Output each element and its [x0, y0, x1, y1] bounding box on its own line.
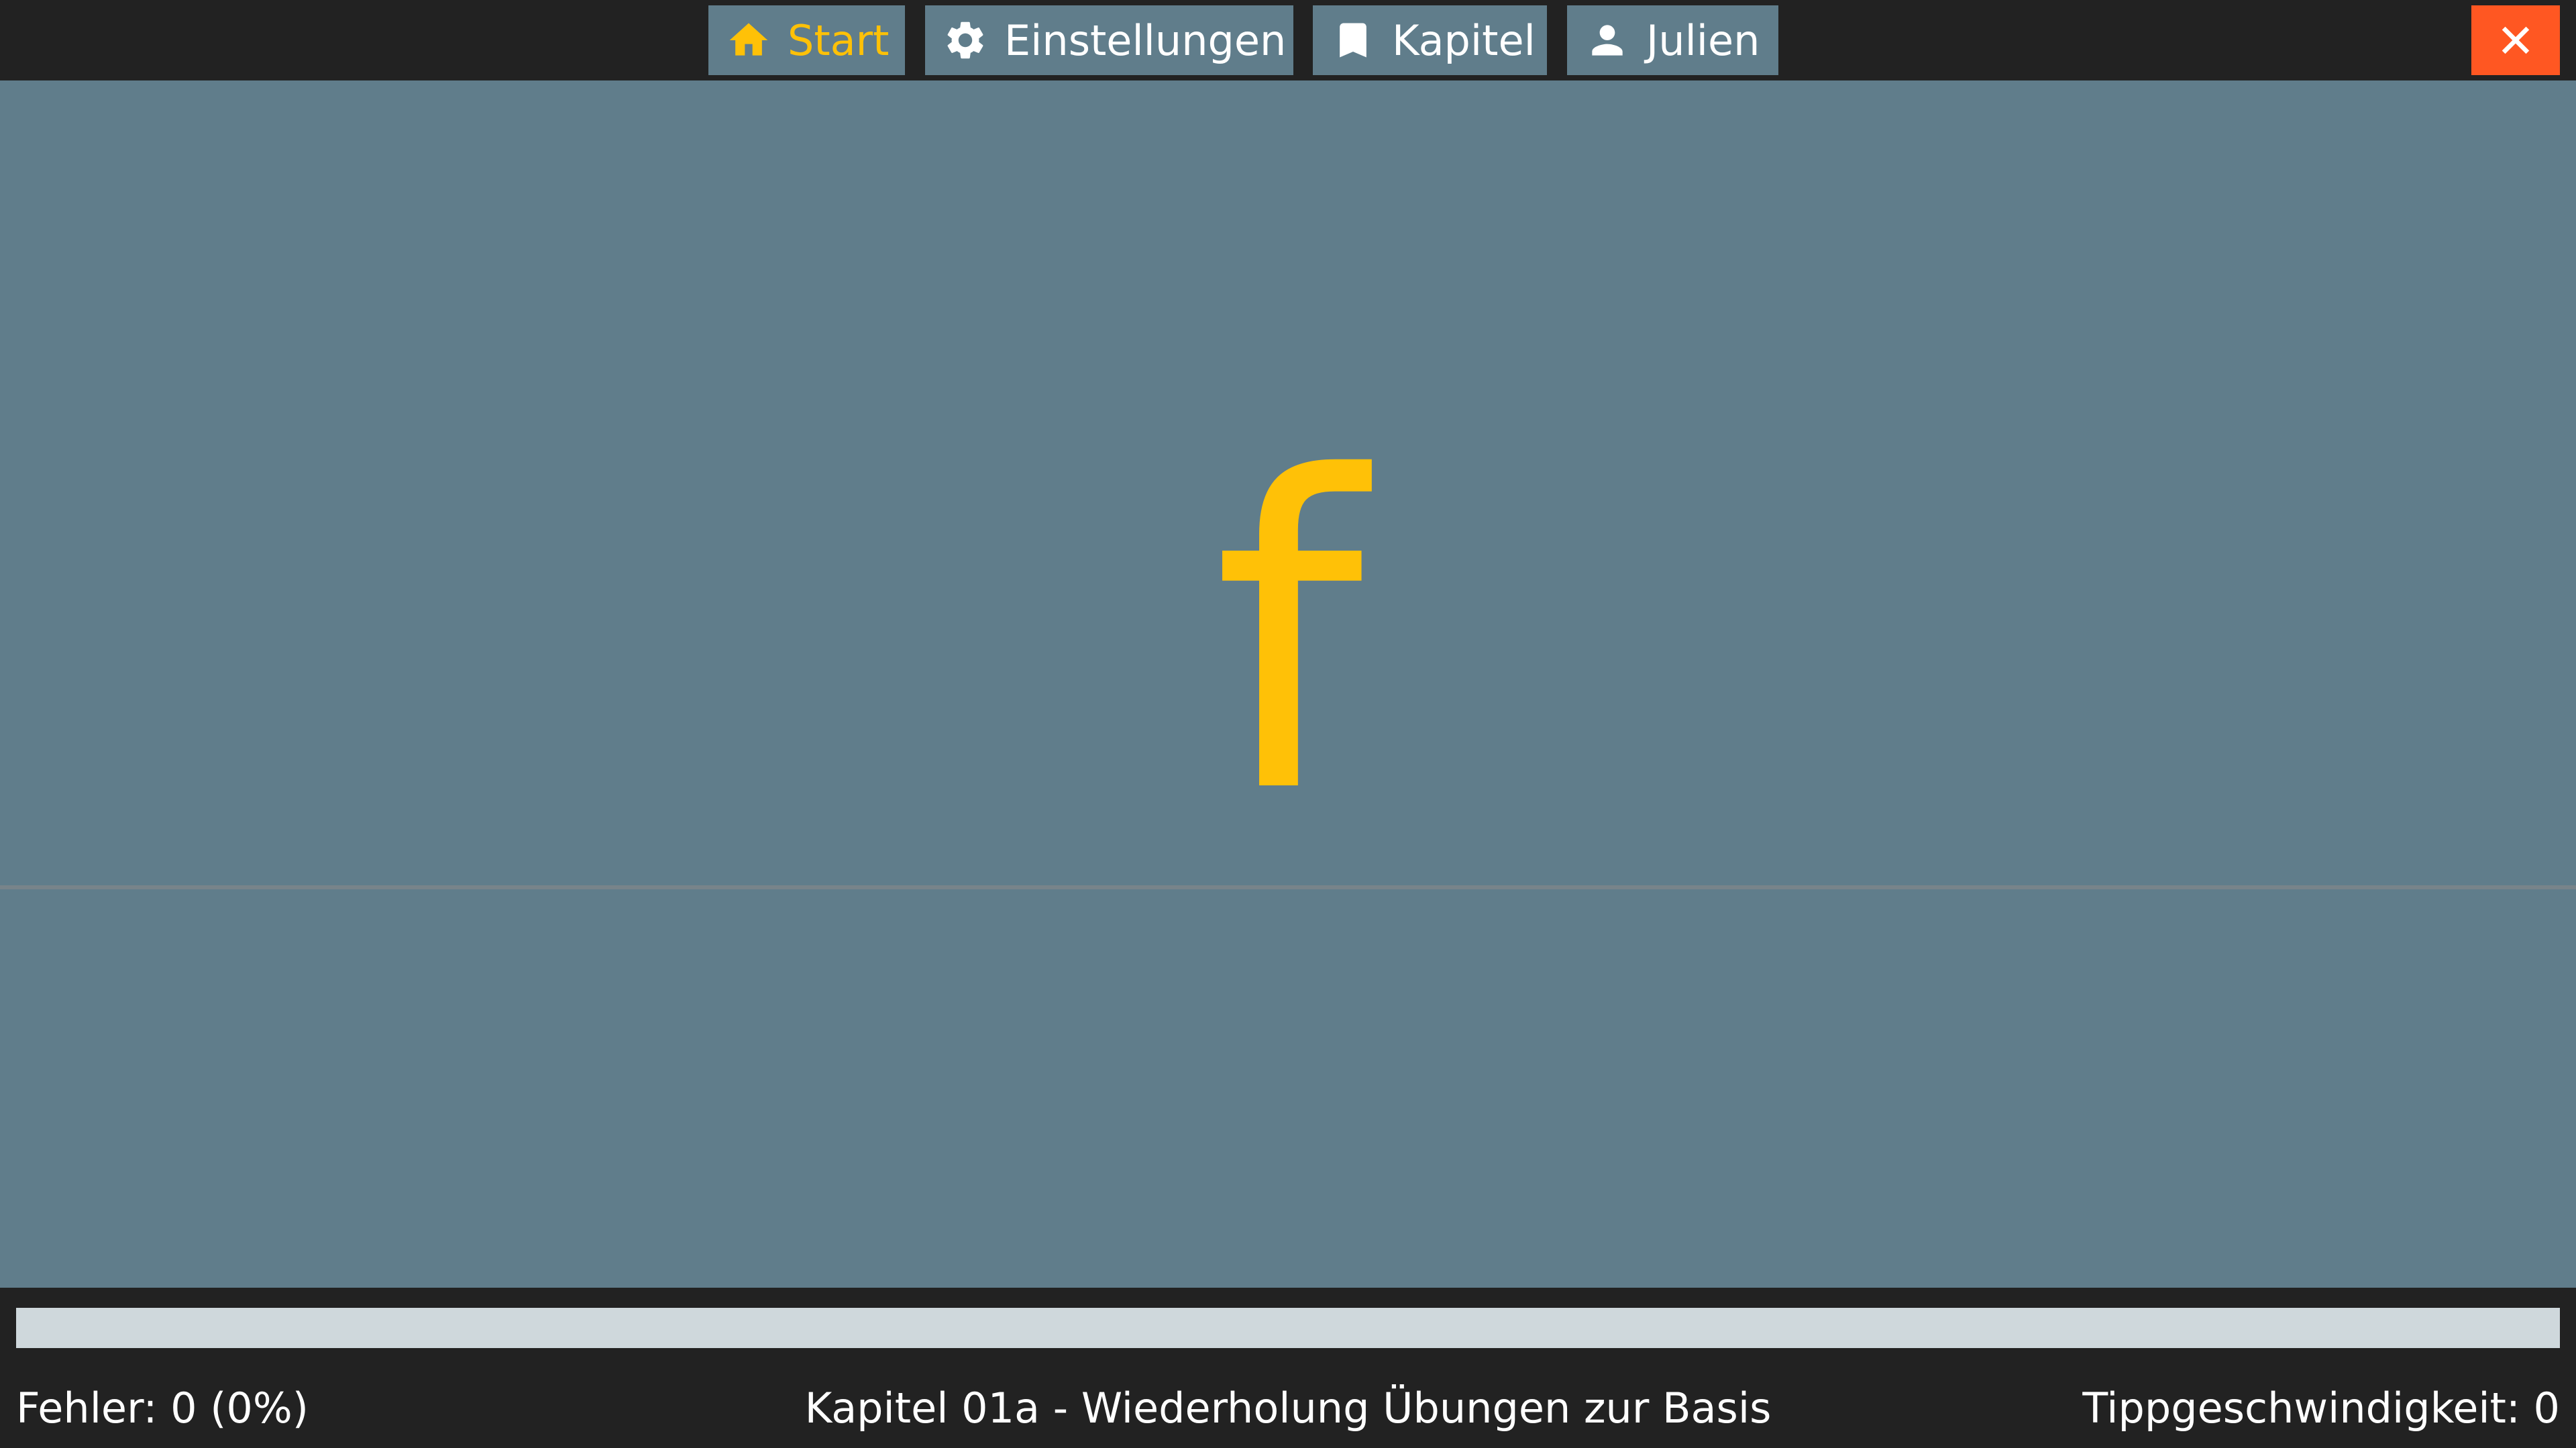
typing-trainer-window: Start Einstellungen Kapitel Julien f Feh… — [0, 0, 2576, 1448]
chapter-button[interactable]: Kapitel — [1313, 5, 1547, 75]
progress-bar — [16, 1308, 2560, 1348]
status-bar: Fehler: 0 (0%) Kapitel 01a - Wiederholun… — [0, 1382, 2576, 1435]
user-label: Julien — [1646, 15, 1760, 65]
settings-button[interactable]: Einstellungen — [925, 5, 1293, 75]
close-icon — [2502, 26, 2530, 54]
person-icon — [1585, 17, 1630, 63]
top-navigation-bar: Start Einstellungen Kapitel Julien — [0, 0, 2576, 80]
typing-speed: Tippgeschwindigkeit: 0 — [2082, 1384, 2560, 1433]
settings-label: Einstellungen — [1004, 15, 1287, 65]
start-label: Start — [788, 15, 890, 65]
close-button[interactable] — [2471, 5, 2560, 75]
gear-icon — [943, 17, 988, 63]
divider-line — [0, 885, 2576, 889]
bookmark-icon — [1330, 17, 1376, 63]
start-button[interactable]: Start — [708, 5, 905, 75]
chapter-label: Kapitel — [1392, 15, 1536, 65]
home-icon — [726, 17, 771, 63]
user-button[interactable]: Julien — [1567, 5, 1778, 75]
exercise-area[interactable]: f — [0, 80, 2576, 1288]
current-character: f — [1212, 387, 1364, 887]
